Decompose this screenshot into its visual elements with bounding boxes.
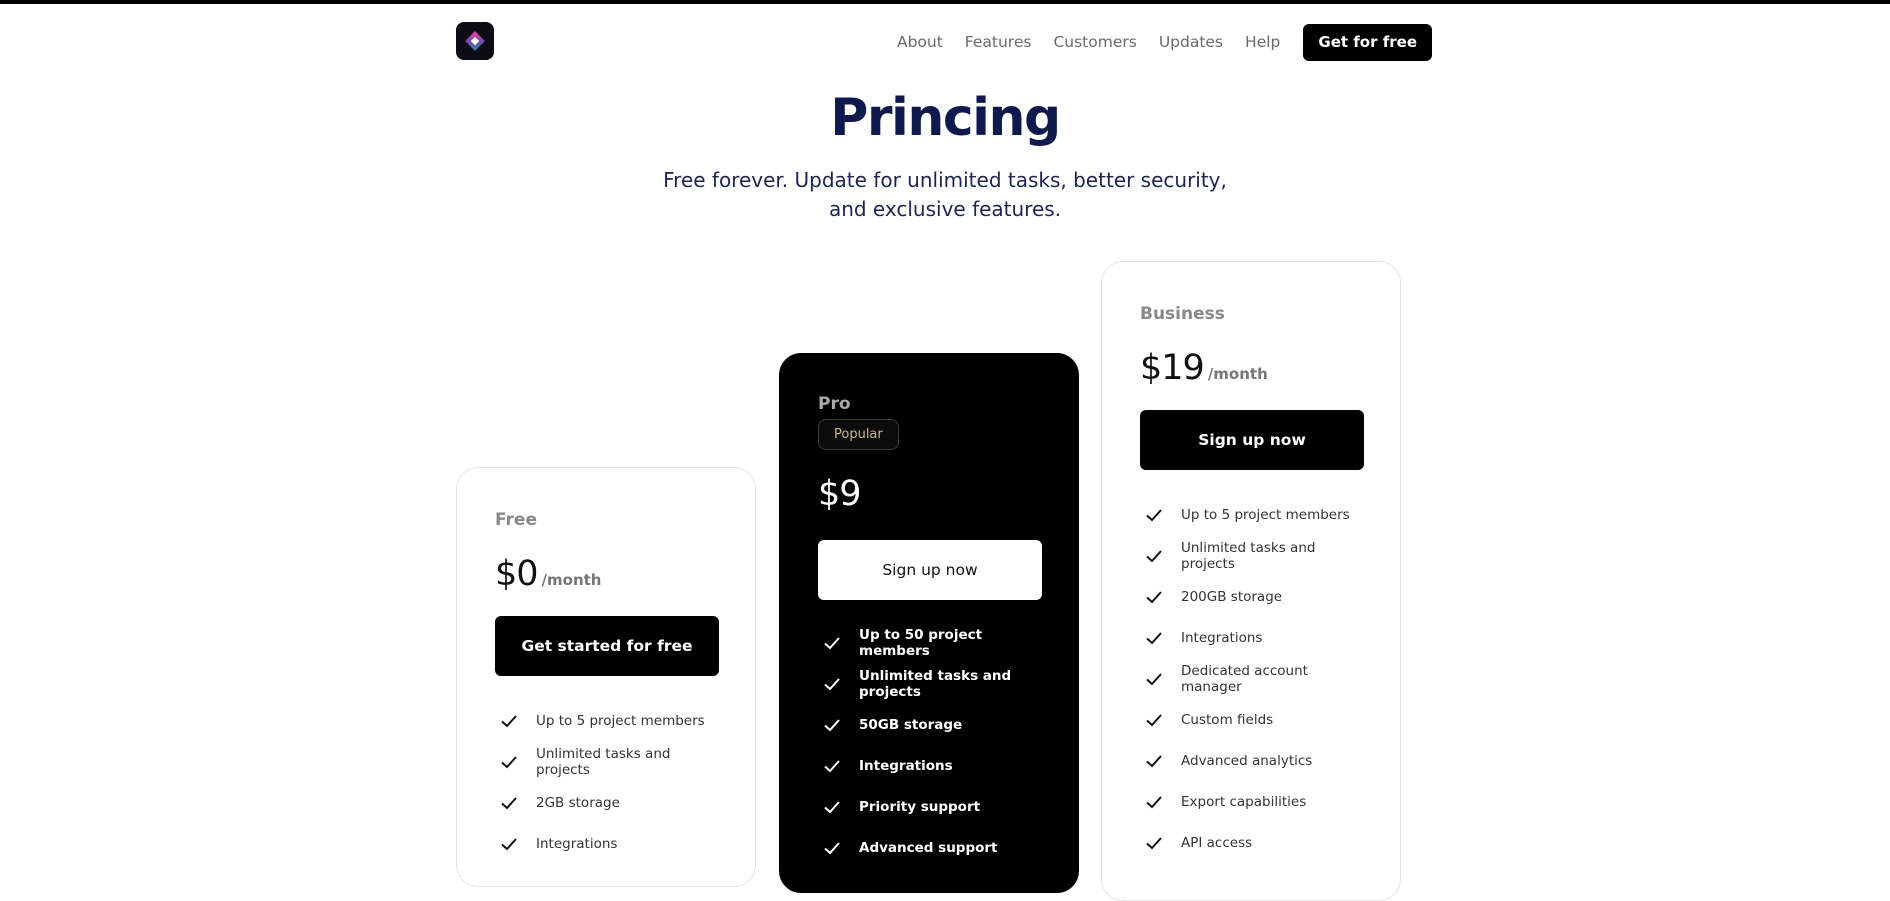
feature-list: Up to 5 project members Unlimited tasks … (495, 700, 717, 864)
plan-price: $0 (495, 554, 539, 594)
list-item: Integrations (818, 745, 1040, 786)
check-icon (1146, 713, 1162, 726)
feature-label: Export capabilities (1181, 793, 1307, 810)
nav-link-updates[interactable]: Updates (1159, 33, 1223, 51)
list-item: 200GB storage (1140, 576, 1362, 617)
list-item: Advanced analytics (1140, 740, 1362, 781)
check-icon (1146, 549, 1162, 562)
plan-name: Business (1140, 304, 1225, 324)
check-icon (1146, 631, 1162, 644)
list-item: Priority support (818, 786, 1040, 827)
check-icon (824, 800, 840, 813)
nav-link-help[interactable]: Help (1245, 33, 1280, 51)
feature-label: 2GB storage (536, 794, 620, 811)
get-for-free-button[interactable]: Get for free (1303, 23, 1432, 61)
check-icon (501, 714, 517, 727)
list-item: Up to 5 project members (1140, 494, 1362, 535)
feature-label: Unlimited tasks and projects (536, 745, 671, 778)
feature-label: 50GB storage (859, 716, 963, 733)
check-icon (824, 718, 840, 731)
check-icon (501, 755, 517, 768)
plan-card-pro: Pro Popular $9 Sign up now Up to 50 proj… (779, 353, 1079, 893)
check-icon (1146, 836, 1162, 849)
check-icon (824, 636, 840, 649)
feature-label: Unlimited tasks and projects (1181, 539, 1316, 572)
feature-label: Unlimited tasks and projects (859, 667, 1012, 700)
feature-list: Up to 5 project members Unlimited tasks … (1140, 494, 1362, 863)
plan-name: Pro (818, 394, 851, 414)
feature-label: Advanced support (859, 839, 998, 856)
nav-link-customers[interactable]: Customers (1053, 33, 1136, 51)
feature-label: Up to 5 project members (1181, 506, 1350, 523)
business-sign-up-button[interactable]: Sign up now (1140, 410, 1364, 470)
top-border (0, 0, 1890, 4)
feature-label: Up to 50 project members (859, 626, 983, 659)
feature-label: Advanced analytics (1181, 752, 1313, 769)
list-item: 2GB storage (495, 782, 717, 823)
plan-name: Free (495, 510, 537, 530)
list-item: Unlimited tasks and projects (1140, 535, 1362, 576)
list-item: Integrations (495, 823, 717, 864)
subtitle-line-2: and exclusive features. (828, 197, 1062, 221)
list-item: Unlimited tasks and projects (495, 741, 717, 782)
list-item: Integrations (1140, 617, 1362, 658)
check-icon (1146, 795, 1162, 808)
nav-link-features[interactable]: Features (965, 33, 1032, 51)
check-icon (1146, 508, 1162, 521)
list-item: Up to 50 project members (818, 622, 1040, 663)
feature-label: Integrations (536, 835, 618, 852)
plan-period: /month (541, 571, 602, 589)
check-icon (824, 677, 840, 690)
feature-label: Integrations (859, 757, 953, 774)
price-row: $19 /month (1140, 348, 1362, 388)
feature-label: Integrations (1181, 629, 1263, 646)
list-item: Advanced support (818, 827, 1040, 868)
plan-card-business: Business $19 /month Sign up now Up to 5 … (1101, 261, 1401, 901)
subtitle-line-1: Free forever. Update for unlimited tasks… (663, 168, 1227, 192)
plan-price: $19 (1140, 348, 1205, 388)
feature-label: Custom fields (1181, 711, 1274, 728)
page-title: Princing (830, 88, 1061, 148)
check-icon (1146, 672, 1162, 685)
plan-period: /month (1207, 365, 1268, 383)
feature-label: Up to 5 project members (536, 712, 705, 729)
check-icon (1146, 590, 1162, 603)
list-item: Custom fields (1140, 699, 1362, 740)
plan-card-free: Free $0 /month Get started for free Up t… (456, 467, 756, 887)
list-item: Export capabilities (1140, 781, 1362, 822)
pro-sign-up-button[interactable]: Sign up now (818, 540, 1042, 600)
feature-label: Priority support (859, 798, 981, 815)
feature-label: Dedicated account manager (1181, 662, 1308, 695)
page-subtitle: Free forever. Update for unlimited tasks… (0, 166, 1890, 224)
check-icon (501, 796, 517, 809)
check-icon (501, 837, 517, 850)
list-item: Unlimited tasks and projects (818, 663, 1040, 704)
list-item: Up to 5 project members (495, 700, 717, 741)
main-nav: About Features Customers Updates Help Ge… (897, 23, 1432, 61)
feature-list: Up to 50 project members Unlimited tasks… (818, 622, 1040, 868)
price-row: $0 /month (495, 554, 717, 594)
logo[interactable] (456, 22, 494, 60)
nav-link-about[interactable]: About (897, 33, 943, 51)
plan-price: $9 (818, 474, 862, 514)
logo-diamond-icon (465, 31, 485, 51)
get-started-free-button[interactable]: Get started for free (495, 616, 719, 676)
popular-badge: Popular (818, 419, 899, 450)
check-icon (824, 841, 840, 854)
check-icon (824, 759, 840, 772)
price-row: $9 (818, 474, 1040, 514)
check-icon (1146, 754, 1162, 767)
list-item: 50GB storage (818, 704, 1040, 745)
feature-label: 200GB storage (1181, 588, 1283, 605)
feature-label: API access (1181, 834, 1253, 851)
list-item: API access (1140, 822, 1362, 863)
list-item: Dedicated account manager (1140, 658, 1362, 699)
